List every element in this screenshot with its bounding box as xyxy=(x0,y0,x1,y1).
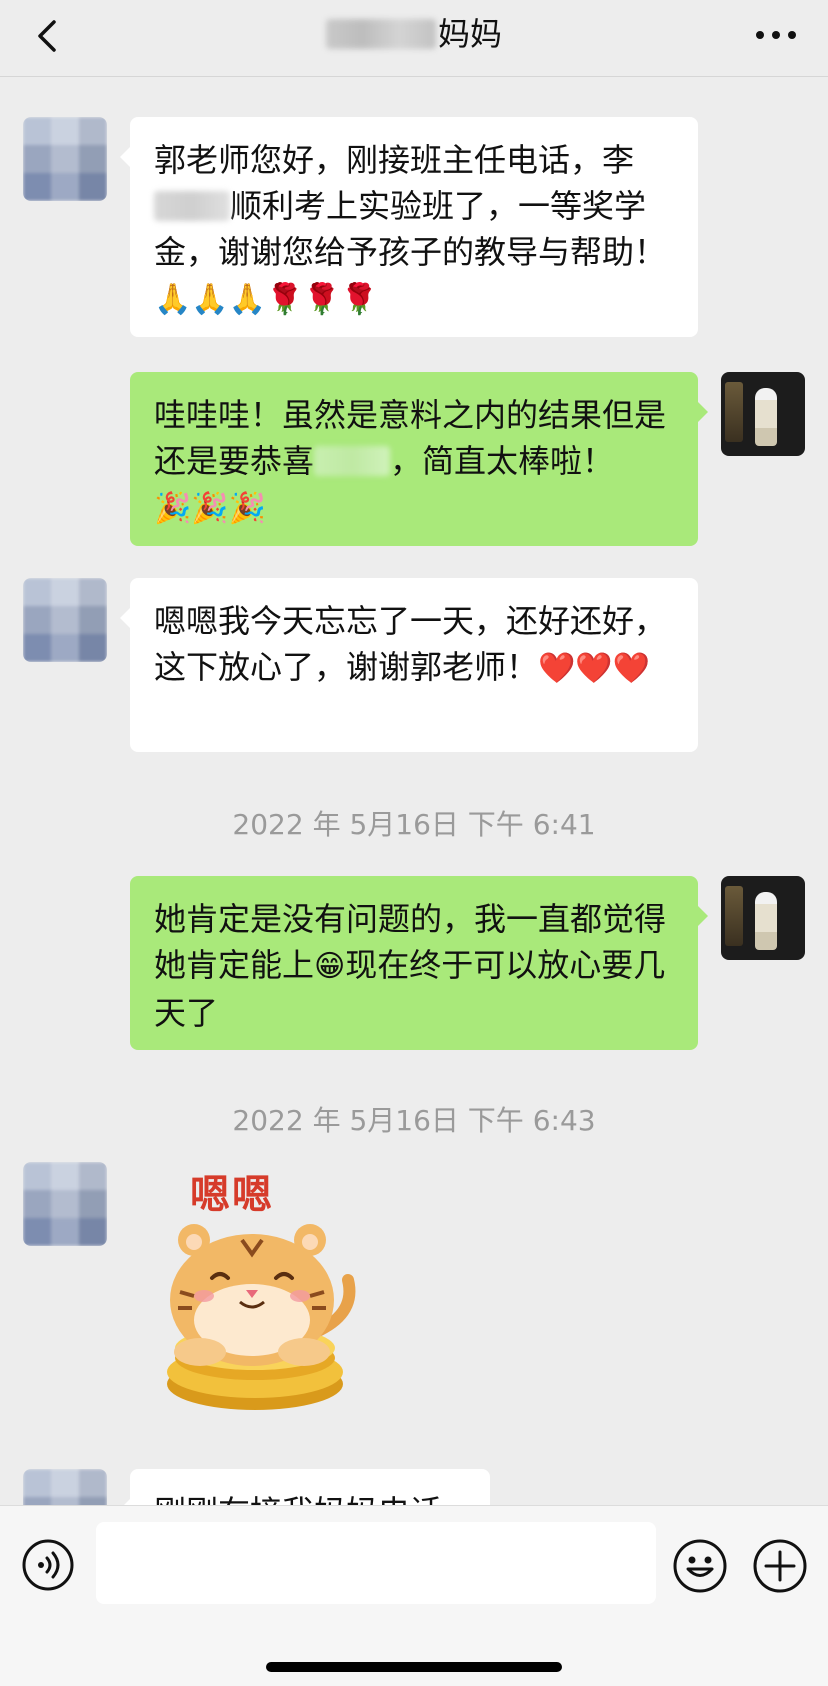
blurred-text xyxy=(154,191,230,221)
chat-header: 妈妈 xyxy=(0,0,828,77)
input-bar xyxy=(0,1505,828,1686)
avatar[interactable] xyxy=(23,1162,107,1246)
smiley-icon[interactable] xyxy=(672,1538,728,1594)
timestamp: 2022 年 5月16日 下午 6:43 xyxy=(232,1104,596,1137)
emoji: ❤️❤️❤️ xyxy=(538,651,651,686)
message-bubble[interactable]: 嗯嗯我今天忘忘了一天，还好还好，这下放心了，谢谢郭老师！❤️❤️❤️ xyxy=(120,578,698,752)
chat-title: 妈妈 xyxy=(0,14,828,54)
plus-circle-icon[interactable] xyxy=(752,1538,808,1594)
emoji: 🙏🙏🙏🌹🌹🌹 xyxy=(154,282,379,317)
timestamp: 2022 年 5月16日 下午 6:41 xyxy=(232,808,596,841)
avatar[interactable] xyxy=(23,1469,107,1505)
emoji: 🎉🎉🎉 xyxy=(154,491,267,526)
avatar[interactable] xyxy=(23,578,107,662)
sticker-text: 嗯嗯 xyxy=(190,1172,274,1218)
emoji: 😁 xyxy=(314,949,346,984)
ellipsis-icon[interactable] xyxy=(752,20,800,50)
message-bubble[interactable]: 郭老师您好，刚接班主任电话，李顺利考上实验班了，一等奖学金，谢谢您给予孩子的教导… xyxy=(120,117,698,337)
message-bubble[interactable]: 她肯定是没有问题的，我一直都觉得她肯定能上😁现在终于可以放心要几天了 xyxy=(130,876,708,1050)
avatar[interactable] xyxy=(23,117,107,201)
avatar[interactable] xyxy=(721,372,805,456)
message-bubble[interactable]: 哇哇哇！虽然是意料之内的结果但是还是要恭喜 ，简直太棒啦！ 🎉🎉🎉 xyxy=(130,372,708,546)
message-input[interactable] xyxy=(96,1522,656,1604)
avatar[interactable] xyxy=(721,876,805,960)
tiger-sticker[interactable]: 嗯嗯 xyxy=(160,1162,380,1422)
message-bubble[interactable]: 刚刚在接我妈妈电话 xyxy=(120,1469,490,1505)
home-indicator xyxy=(266,1662,562,1672)
message-list[interactable]: 郭老师您好，刚接班主任电话，李顺利考上实验班了，一等奖学金，谢谢您给予孩子的教导… xyxy=(0,77,828,1505)
blurred-name xyxy=(325,19,436,49)
title-suffix: 妈妈 xyxy=(437,15,502,53)
voice-icon[interactable] xyxy=(21,1538,75,1592)
blurred-text xyxy=(314,446,391,476)
